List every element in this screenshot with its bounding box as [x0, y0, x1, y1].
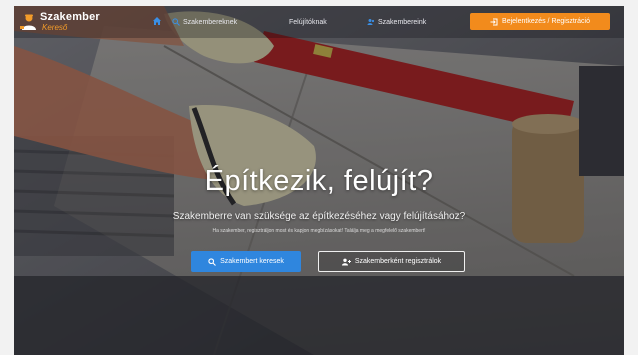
user-plus-icon: [341, 258, 351, 265]
users-icon: [367, 19, 375, 25]
home-icon[interactable]: [152, 16, 162, 26]
nav-item-szakembereink[interactable]: Szakembereink: [367, 16, 426, 28]
nav-item-label: Szakembereink: [378, 18, 427, 26]
login-icon: [490, 18, 498, 25]
login-register-label: Bejelentkezés / Regisztráció: [502, 18, 590, 25]
top-navbar: Szakember Kereső Szakembereknek Felújító…: [14, 6, 624, 38]
search-icon: [208, 257, 216, 266]
register-specialist-label: Szakemberként regisztrálok: [354, 258, 442, 265]
find-specialist-button[interactable]: Szakembert keresek: [191, 251, 301, 272]
find-specialist-label: Szakembert keresek: [220, 258, 284, 265]
nav-item-label: Felújítóknak: [289, 18, 327, 26]
logo-subtitle: Kereső: [42, 23, 68, 32]
search-icon: [172, 18, 180, 26]
site-logo[interactable]: Szakember Kereső: [20, 11, 112, 33]
nav-item-szakembereknek[interactable]: Szakembereknek: [172, 16, 237, 28]
nav-item-label: Szakembereknek: [183, 18, 238, 26]
page-frame: Szakember Kereső Szakembereknek Felújító…: [14, 6, 624, 355]
register-specialist-button[interactable]: Szakemberként regisztrálok: [318, 251, 465, 272]
hero-title: Építkezik, felújít?: [204, 165, 434, 197]
worker-icon: [20, 14, 36, 30]
login-register-button[interactable]: Bejelentkezés / Regisztráció: [470, 13, 610, 30]
hero-subtitle: Szakemberre van szüksége az építkezéséhe…: [172, 211, 466, 222]
logo-title: Szakember: [40, 11, 100, 23]
nav-item-felujitoknak[interactable]: Felújítóknak: [289, 16, 327, 28]
hero-small-text: Ha szakember, regisztráljon most és kapj…: [212, 228, 426, 234]
